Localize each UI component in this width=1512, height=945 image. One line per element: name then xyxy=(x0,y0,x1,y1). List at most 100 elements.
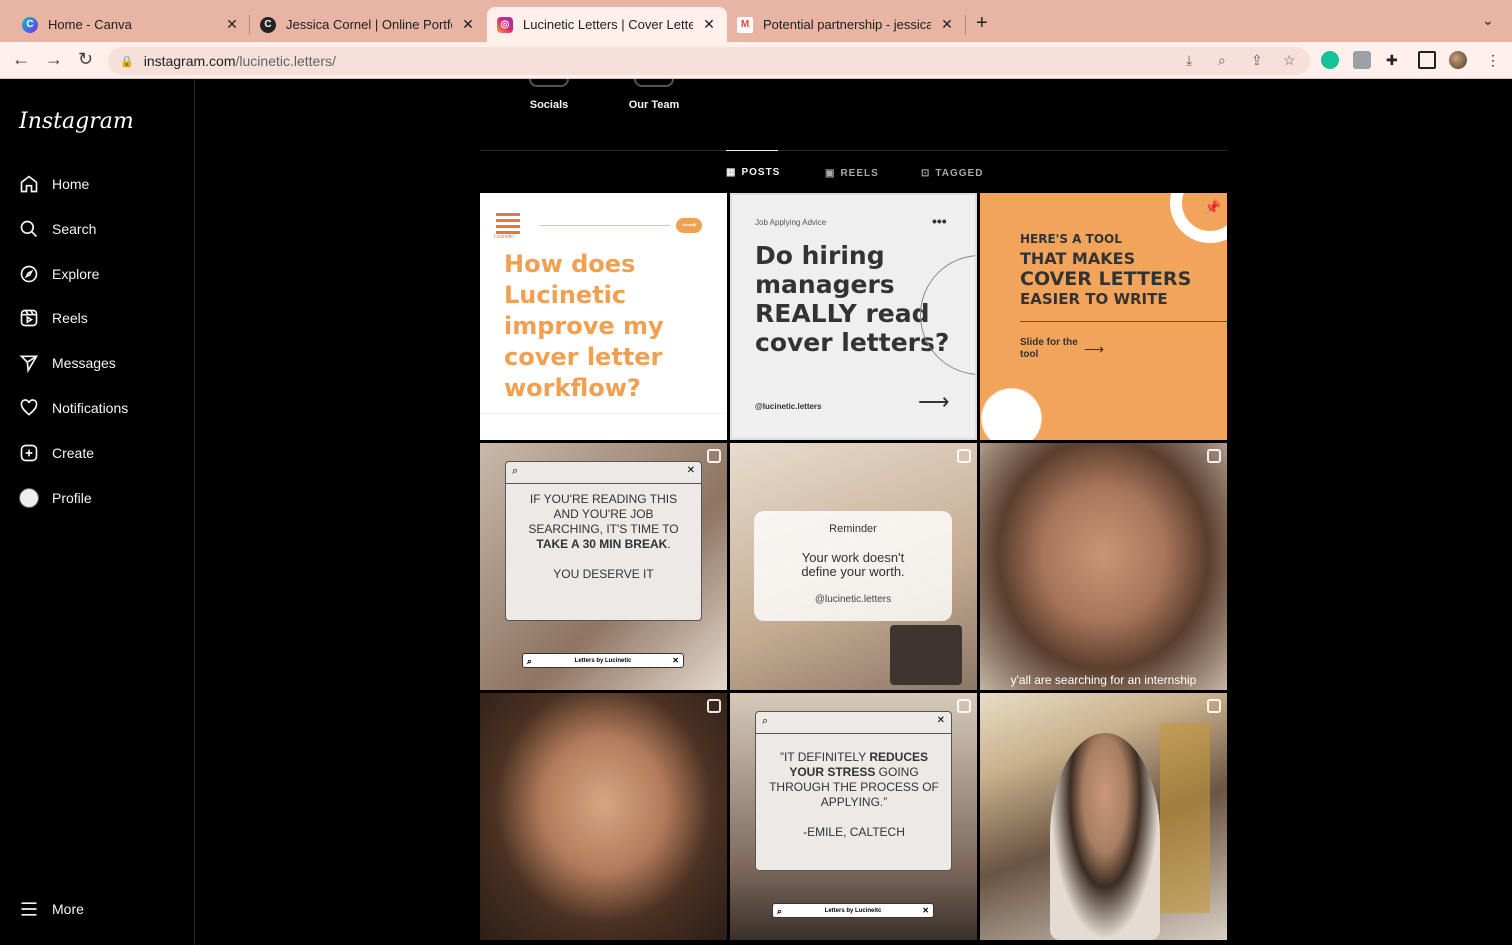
reel-icon xyxy=(957,449,971,463)
reel-icon xyxy=(1207,699,1221,713)
new-tab-icon[interactable]: + xyxy=(976,12,988,35)
post-3[interactable]: 📌 HERE'S A TOOL THAT MAKES COVER LETTERS… xyxy=(980,193,1227,440)
phone-image xyxy=(890,625,962,685)
nav-notifications[interactable]: Notifications xyxy=(18,397,128,419)
nav-profile[interactable]: Profile xyxy=(18,487,92,509)
search-icon: ⌕ xyxy=(777,906,783,916)
search-bar: ⌕ Letters by Lucineitc ✕ xyxy=(772,903,934,918)
heart-icon xyxy=(18,397,40,419)
post-4[interactable]: ⌕ ✕ IF YOU'RE READING THIS AND YOU'RE JO… xyxy=(480,443,727,690)
avatar[interactable] xyxy=(1449,51,1467,69)
post-2[interactable]: Job Applying Advice ••• Do hiring manage… xyxy=(730,193,977,440)
browser-tab-bar: C Home - Canva ✕ C Jessica Cornel | Onli… xyxy=(0,0,1512,42)
post-9[interactable] xyxy=(980,693,1227,940)
search-icon xyxy=(18,218,40,240)
chevron-down-icon[interactable]: ⌄ xyxy=(1482,12,1494,29)
sidepanel-icon[interactable] xyxy=(1418,51,1436,69)
nav-create[interactable]: Create xyxy=(18,442,94,464)
close-icon: ✕ xyxy=(672,656,679,665)
close-icon: ✕ xyxy=(686,465,695,476)
close-icon: ✕ xyxy=(936,715,945,726)
close-tab-icon[interactable]: ✕ xyxy=(460,16,476,33)
reels-icon xyxy=(18,307,40,329)
star-icon[interactable]: ☆ xyxy=(1283,52,1296,69)
search-icon: ⌕ xyxy=(512,465,519,477)
nav-search[interactable]: Search xyxy=(18,218,96,240)
plus-square-icon xyxy=(18,442,40,464)
compass-icon xyxy=(18,263,40,285)
nav-reels[interactable]: Reels xyxy=(18,307,88,329)
divider xyxy=(480,413,727,414)
tab-tagged[interactable]: ⊡ TAGGED xyxy=(921,151,983,195)
avatar xyxy=(18,487,40,509)
instagram-sidebar: Instagram Home Search Explore Reels Mess… xyxy=(0,79,195,945)
person-image xyxy=(1050,733,1160,940)
browser-tab-portfolio[interactable]: C Jessica Cornel | Online Portfolio ✕ xyxy=(250,7,486,42)
forward-arrow-icon[interactable]: → xyxy=(45,49,63,70)
arrow-right-icon: ⟶ xyxy=(1084,341,1105,357)
hamburger-icon xyxy=(18,898,40,920)
profile-main: Socials Our Team ▦ POSTS ▣ REELS ⊡ TAGGED L… xyxy=(196,79,1512,945)
search-bar: ⌕ Letters by Lucinetic ✕ xyxy=(522,653,684,668)
post-8-text: ”IT DEFINITELY REDUCES YOUR STRESS GOING… xyxy=(769,750,939,839)
tab-separator xyxy=(965,15,966,35)
nav-explore[interactable]: Explore xyxy=(18,263,99,285)
browser-tab-gmail[interactable]: M Potential partnership - jessica ✕ xyxy=(727,7,965,42)
close-tab-icon[interactable]: ✕ xyxy=(224,16,240,33)
zoom-icon[interactable]: ⌕ xyxy=(1218,52,1226,69)
post-8[interactable]: ⌕ ✕ ”IT DEFINITELY REDUCES YOUR STRESS G… xyxy=(730,693,977,940)
browser-tab-canva[interactable]: C Home - Canva ✕ xyxy=(12,7,250,42)
search-icon: ⌕ xyxy=(762,715,769,727)
send-icon xyxy=(18,352,40,374)
nav-home[interactable]: Home xyxy=(18,173,89,195)
post-6[interactable]: y'all are searching for an internship xyxy=(980,443,1227,690)
back-arrow-icon[interactable]: ← xyxy=(12,49,30,70)
reel-icon xyxy=(707,699,721,713)
share-icon[interactable]: ⇪ xyxy=(1251,52,1263,69)
browser-tab-instagram[interactable]: ◎ Lucinetic Letters | Cover Letter ✕ xyxy=(487,7,727,42)
puzzle-icon[interactable]: ✚ xyxy=(1386,52,1398,69)
divider xyxy=(1020,321,1227,322)
reel-icon xyxy=(957,699,971,713)
reel-icon xyxy=(1207,449,1221,463)
pin-icon: 📌 xyxy=(1204,199,1222,215)
lucinetic-logo-icon xyxy=(496,213,520,235)
portfolio-icon: C xyxy=(260,16,276,33)
decor-starburst xyxy=(980,368,1070,440)
divider xyxy=(540,225,670,226)
nav-messages[interactable]: Messages xyxy=(18,352,116,374)
search-window: ⌕ ✕ ”IT DEFINITELY REDUCES YOUR STRESS G… xyxy=(755,711,952,871)
grammarly-icon[interactable] xyxy=(1321,51,1339,69)
highlight-socials[interactable]: Socials xyxy=(509,79,589,111)
install-icon[interactable]: ⤓ xyxy=(1186,52,1192,69)
search-window: ⌕ ✕ IF YOU'RE READING THIS AND YOU'RE JO… xyxy=(505,461,702,621)
highlight-ring xyxy=(634,79,674,87)
kebab-menu-icon[interactable]: ⋮ xyxy=(1486,52,1500,69)
extension-icon[interactable] xyxy=(1353,51,1371,69)
reload-icon[interactable]: ↻ xyxy=(78,49,93,70)
more-options-icon: ••• xyxy=(932,213,947,229)
reel-icon xyxy=(707,449,721,463)
post-1[interactable]: Lucinetic ⟶ How does Lucinetic improve m… xyxy=(480,193,727,440)
tab-posts[interactable]: ▦ POSTS xyxy=(726,150,779,194)
instagram-logo[interactable]: Instagram xyxy=(19,109,134,134)
post-4-text: IF YOU'RE READING THIS AND YOU'RE JOB SE… xyxy=(528,492,679,581)
highlight-our-team[interactable]: Our Team xyxy=(614,79,694,111)
closet-image xyxy=(1160,723,1210,913)
arrow-right-icon: ⟶ xyxy=(676,218,702,233)
address-bar[interactable]: 🔒 instagram.com/lucinetic.letters/ xyxy=(108,47,1310,75)
post-3-title: HERE'S A TOOL THAT MAKES COVER LETTERS E… xyxy=(1020,232,1192,308)
tab-reels[interactable]: ▣ REELS xyxy=(825,151,879,195)
instagram-icon: ◎ xyxy=(497,16,513,33)
post-5[interactable]: Reminder Your work doesn't define your w… xyxy=(730,443,977,690)
close-tab-icon[interactable]: ✕ xyxy=(701,16,717,33)
close-tab-icon[interactable]: ✕ xyxy=(939,16,955,33)
search-icon: ⌕ xyxy=(527,656,533,666)
profile-tabs: ▦ POSTS ▣ REELS ⊡ TAGGED xyxy=(480,150,1228,194)
grid-icon: ▦ xyxy=(726,167,737,178)
post-7[interactable] xyxy=(480,693,727,940)
reels-icon: ▣ xyxy=(825,167,836,179)
reminder-card: Reminder Your work doesn't define your w… xyxy=(754,511,952,621)
arrow-right-icon: ⟶ xyxy=(918,389,950,414)
nav-more[interactable]: More xyxy=(18,898,84,920)
